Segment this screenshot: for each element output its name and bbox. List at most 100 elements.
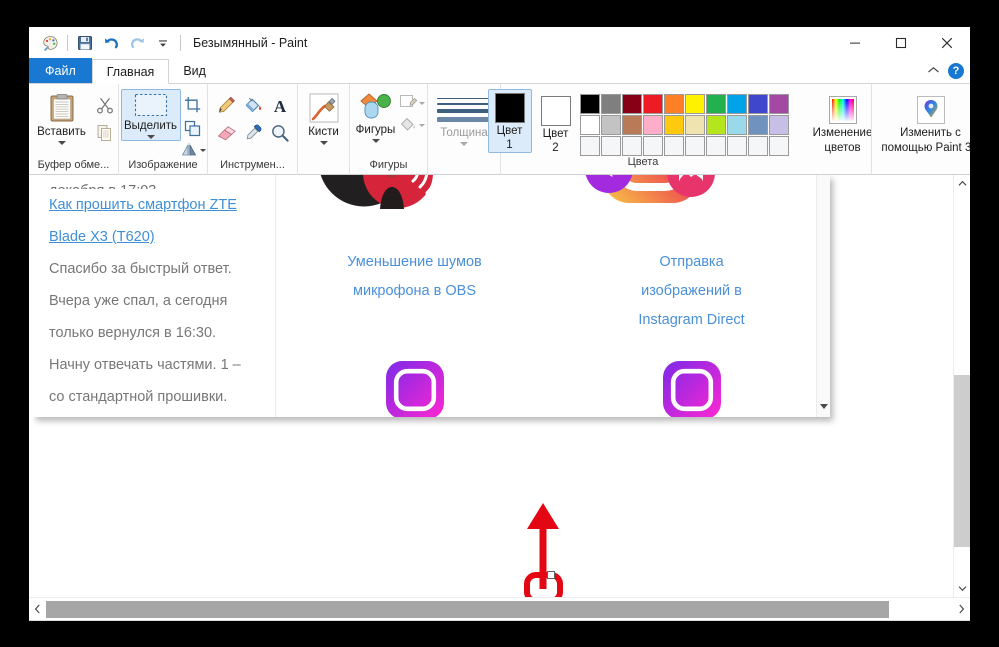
color2-swatch[interactable] (540, 96, 571, 126)
vertical-scroll-thumb[interactable] (954, 375, 970, 547)
eraser-tool-button[interactable] (213, 120, 239, 146)
outline-dropdown-icon[interactable] (418, 101, 425, 105)
palette-swatch-0-4[interactable] (663, 94, 684, 114)
rotate-dropdown-icon[interactable] (199, 149, 206, 152)
palette-swatch-1-3[interactable] (642, 115, 663, 135)
resize-button[interactable] (181, 117, 205, 139)
fill-dropdown-icon[interactable] (418, 123, 425, 127)
scroll-up-button[interactable] (954, 175, 970, 192)
scroll-right-button[interactable] (953, 598, 970, 621)
pencil-tool-button[interactable] (213, 93, 239, 119)
redo-arrow-icon[interactable] (124, 30, 150, 56)
collapse-ribbon-icon[interactable] (927, 62, 940, 80)
help-icon[interactable]: ? (948, 63, 964, 79)
thickness-dropdown-icon[interactable] (460, 141, 468, 146)
maximize-button[interactable] (878, 27, 924, 59)
magnifier-tool-button[interactable] (267, 120, 293, 146)
brushes-button[interactable]: Кисти (302, 89, 346, 145)
paint3d-line2: помощью Paint 3D (881, 142, 970, 154)
pasted-sidebar-link-line1[interactable]: Как прошить смартфон ZTE (49, 189, 259, 221)
color-picker-tool-button[interactable] (240, 120, 266, 146)
scroll-left-button[interactable] (29, 598, 46, 621)
close-button[interactable] (924, 27, 970, 59)
color1-button[interactable]: Цвет 1 (487, 89, 532, 153)
shape-fill-button[interactable] (399, 115, 425, 133)
shapes-dropdown-icon[interactable] (371, 139, 380, 143)
palette-swatch-1-7[interactable] (726, 115, 747, 135)
edit-with-paint3d-button[interactable]: Изменить с помощью Paint 3D (876, 89, 970, 155)
palette-swatch-2-6[interactable] (705, 136, 726, 156)
color2-button[interactable]: Цвет 2 (534, 89, 578, 154)
palette-swatch-2-8[interactable] (747, 136, 768, 156)
outline-button[interactable] (399, 93, 425, 111)
palette-swatch-1-0[interactable] (579, 115, 600, 135)
palette-swatch-2-9[interactable] (768, 136, 789, 156)
palette-swatch-1-8[interactable] (747, 115, 768, 135)
horizontal-scroll-thumb[interactable] (46, 600, 889, 618)
paste-dropdown-icon[interactable] (57, 141, 66, 145)
palette-swatch-2-2[interactable] (621, 136, 642, 156)
card-2-caption-line1[interactable]: Отправка (659, 248, 723, 277)
palette-swatch-0-8[interactable] (747, 94, 768, 114)
related-article-card-2[interactable]: Отправка изображений в Instagram Direct (553, 175, 830, 417)
tab-home[interactable]: Главная (91, 59, 170, 84)
paint-palette-icon[interactable] (37, 30, 63, 56)
vertical-scrollbar[interactable] (953, 175, 970, 597)
palette-swatch-1-2[interactable] (621, 115, 642, 135)
palette-swatch-1-9[interactable] (768, 115, 789, 135)
select-button[interactable]: Выделить (120, 89, 181, 141)
palette-swatch-1-4[interactable] (663, 115, 684, 135)
save-icon[interactable] (72, 30, 98, 56)
palette-swatch-0-1[interactable] (600, 94, 621, 114)
shapes-button[interactable]: Фигуры (353, 89, 399, 143)
pasted-page-scrollbar[interactable] (816, 175, 830, 417)
select-dropdown-icon[interactable] (146, 135, 155, 139)
fill-tool-button[interactable] (240, 93, 266, 119)
card-2-caption-line2[interactable]: изображений в (641, 277, 742, 306)
undo-arrow-icon[interactable] (98, 30, 124, 56)
related-article-card-1[interactable]: Уменьшение шумов микрофона в OBS (276, 175, 553, 417)
palette-swatch-0-6[interactable] (705, 94, 726, 114)
palette-swatch-2-3[interactable] (642, 136, 663, 156)
pasted-image[interactable]: декабря в 17:03 Как прошить смартфон ZTE… (33, 175, 830, 417)
text-tool-button[interactable]: A (267, 93, 293, 119)
rotate-button[interactable] (181, 141, 206, 158)
thickness-button[interactable]: Толщина (434, 89, 494, 146)
palette-swatch-1-5[interactable] (684, 115, 705, 135)
minimize-button[interactable] (832, 27, 878, 59)
palette-swatch-0-3[interactable] (642, 94, 663, 114)
tab-view[interactable]: Вид (169, 58, 220, 83)
palette-swatch-0-9[interactable] (768, 94, 789, 114)
brushes-dropdown-icon[interactable] (319, 141, 328, 145)
card-1-caption-line1[interactable]: Уменьшение шумов (347, 248, 482, 277)
pasted-sidebar-link-line2[interactable]: Blade X3 (T620) (49, 221, 259, 253)
cut-button[interactable] (93, 93, 117, 117)
paste-button[interactable]: Вставить (31, 89, 93, 145)
color1-swatch[interactable] (494, 93, 525, 123)
obs-microphone-noise-icon (317, 175, 438, 209)
scroll-down-arrow-icon[interactable] (819, 397, 829, 415)
scroll-down-button[interactable] (954, 580, 970, 597)
tab-file[interactable]: Файл (29, 58, 92, 83)
palette-swatch-0-7[interactable] (726, 94, 747, 114)
copy-button[interactable] (93, 121, 117, 145)
palette-swatch-2-0[interactable] (579, 136, 600, 156)
horizontal-scroll-track[interactable] (46, 600, 953, 618)
canvas-work-area[interactable]: декабря в 17:03 Как прошить смартфон ZTE… (29, 175, 970, 597)
palette-swatch-2-7[interactable] (726, 136, 747, 156)
palette-swatch-0-5[interactable] (684, 94, 705, 114)
palette-swatch-2-5[interactable] (684, 136, 705, 156)
card-1-caption-line2[interactable]: микрофона в OBS (353, 277, 476, 306)
crop-button[interactable] (181, 93, 205, 115)
paint-canvas[interactable]: декабря в 17:03 Как прошить смартфон ZTE… (33, 175, 952, 597)
palette-swatch-0-0[interactable] (579, 94, 600, 114)
palette-swatch-2-1[interactable] (600, 136, 621, 156)
resize-handle-bottom-center[interactable] (547, 571, 555, 579)
card-2-caption-line3[interactable]: Instagram Direct (638, 306, 744, 335)
horizontal-scrollbar[interactable] (29, 597, 970, 620)
palette-swatch-0-2[interactable] (621, 94, 642, 114)
palette-swatch-1-1[interactable] (600, 115, 621, 135)
palette-swatch-1-6[interactable] (705, 115, 726, 135)
customize-qat-icon[interactable] (150, 30, 176, 56)
palette-swatch-2-4[interactable] (663, 136, 684, 156)
